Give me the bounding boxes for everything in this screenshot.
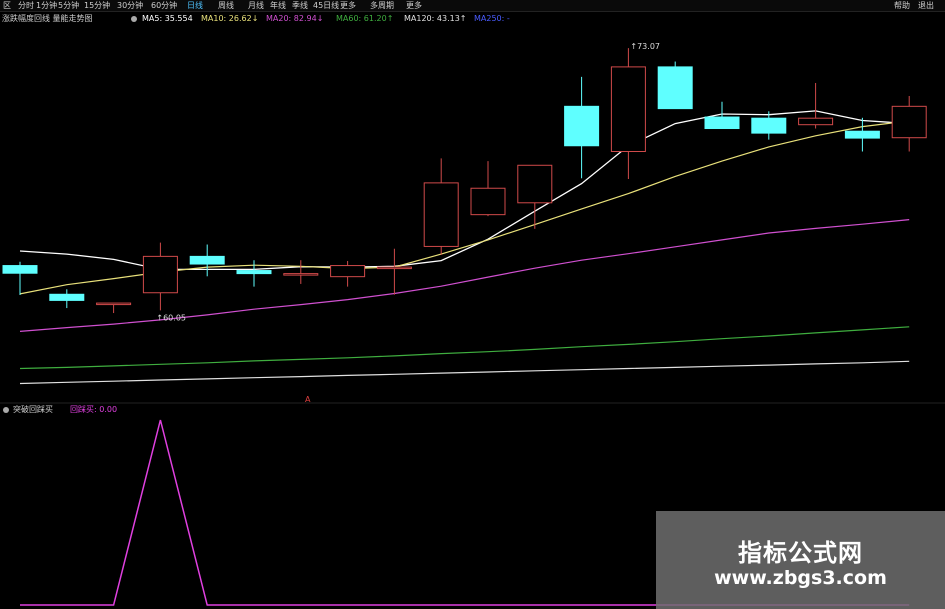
tab-11[interactable]: 45日线 — [313, 0, 339, 11]
settings-dot-icon[interactable] — [131, 16, 137, 22]
tab-5[interactable]: 60分钟 — [151, 0, 177, 11]
candle — [49, 289, 85, 309]
tab-1[interactable]: 1分钟 — [36, 0, 57, 11]
candle — [2, 261, 38, 296]
tab-10[interactable]: 季线 — [292, 0, 308, 11]
candle — [470, 161, 506, 217]
candle-body — [470, 187, 506, 216]
candle-body — [798, 117, 834, 126]
tab-0[interactable]: 分时 — [18, 0, 34, 11]
candle — [376, 248, 412, 295]
tab-6[interactable]: 日线 — [187, 0, 203, 11]
candle-body — [844, 130, 880, 139]
ma60-value: MA60: 61.20↑ — [336, 14, 394, 23]
toolbar-right-0[interactable]: 帮助 — [894, 0, 910, 11]
candle-body — [96, 302, 132, 306]
watermark: 指标公式网 www.zbgs3.com — [656, 511, 945, 609]
main-candlestick-chart[interactable]: ↑73.07↑60.05A — [0, 25, 945, 404]
candle — [564, 76, 600, 179]
candle — [142, 242, 178, 311]
tab-7[interactable]: 周线 — [218, 0, 234, 11]
watermark-logo-text: 指标公式网 — [738, 539, 863, 567]
candle — [610, 48, 646, 180]
candle-body — [189, 255, 225, 265]
ma-line-ma5 — [19, 110, 910, 271]
ma120-value: MA120: 43.13↑ — [404, 14, 467, 23]
tab-2[interactable]: 5分钟 — [58, 0, 79, 11]
candle-body — [236, 270, 272, 275]
tab-9[interactable]: 年线 — [270, 0, 286, 11]
candle — [798, 82, 834, 129]
candle-body — [517, 164, 553, 204]
menu-0[interactable]: 多周期 — [370, 0, 394, 11]
main-indicator-name[interactable]: 涨跌幅度回线 量能走势图 — [2, 13, 93, 25]
ma250-value: MA250: - — [474, 14, 510, 23]
high-price-label: ↑73.07 — [630, 42, 660, 51]
candle-body — [142, 255, 178, 294]
candle — [330, 260, 366, 287]
watermark-url: www.zbgs3.com — [714, 567, 887, 589]
sub-indicator-name[interactable]: 突破回踩买 — [13, 404, 53, 416]
period-toolbar: 区分时 1分钟 5分钟 15分钟 30分钟 60分钟 日线 周线 月线 年线 季线 45日线 更多 多周期… — [0, 0, 945, 12]
candle-body — [2, 265, 38, 274]
menu-1[interactable]: 更多 — [406, 0, 422, 11]
candle — [189, 244, 225, 277]
candle-body — [704, 116, 740, 130]
candle — [236, 260, 272, 287]
candle — [283, 260, 319, 284]
candle — [657, 61, 693, 110]
ma-line-ma60 — [19, 326, 910, 370]
toolbar-right-1[interactable]: 退出 — [918, 0, 934, 11]
ma5-value: MA5: 35.554 — [142, 14, 193, 23]
sub-settings-dot-icon[interactable] — [3, 407, 9, 413]
candle-body — [283, 273, 319, 276]
sub-indicator-value: 回踩买: 0.00 — [70, 405, 118, 414]
candle — [423, 158, 459, 255]
tab-8[interactable]: 月线 — [248, 0, 264, 11]
candle-body — [330, 265, 366, 278]
low-price-label: ↑60.05 — [156, 313, 186, 322]
candle-body — [564, 105, 600, 147]
candle-body — [423, 182, 459, 247]
candle-body — [376, 266, 412, 270]
candle-body — [49, 293, 85, 301]
candle-body — [891, 105, 927, 139]
candle — [96, 302, 132, 314]
candle-body — [610, 66, 646, 152]
ma10-value: MA10: 26.62↓ — [201, 14, 259, 23]
candle — [704, 101, 740, 130]
ma20-value: MA20: 82.94↓ — [266, 14, 324, 23]
tab-3[interactable]: 15分钟 — [84, 0, 110, 11]
tab-4[interactable]: 30分钟 — [117, 0, 143, 11]
candle — [751, 111, 787, 140]
candle — [844, 117, 880, 152]
candle-body — [751, 117, 787, 134]
candle — [517, 164, 553, 229]
tab-12[interactable]: 更多 — [340, 0, 356, 11]
toolbar-toggle-button[interactable]: 区 — [3, 0, 11, 11]
candle — [891, 95, 927, 152]
candle-body — [657, 66, 693, 110]
